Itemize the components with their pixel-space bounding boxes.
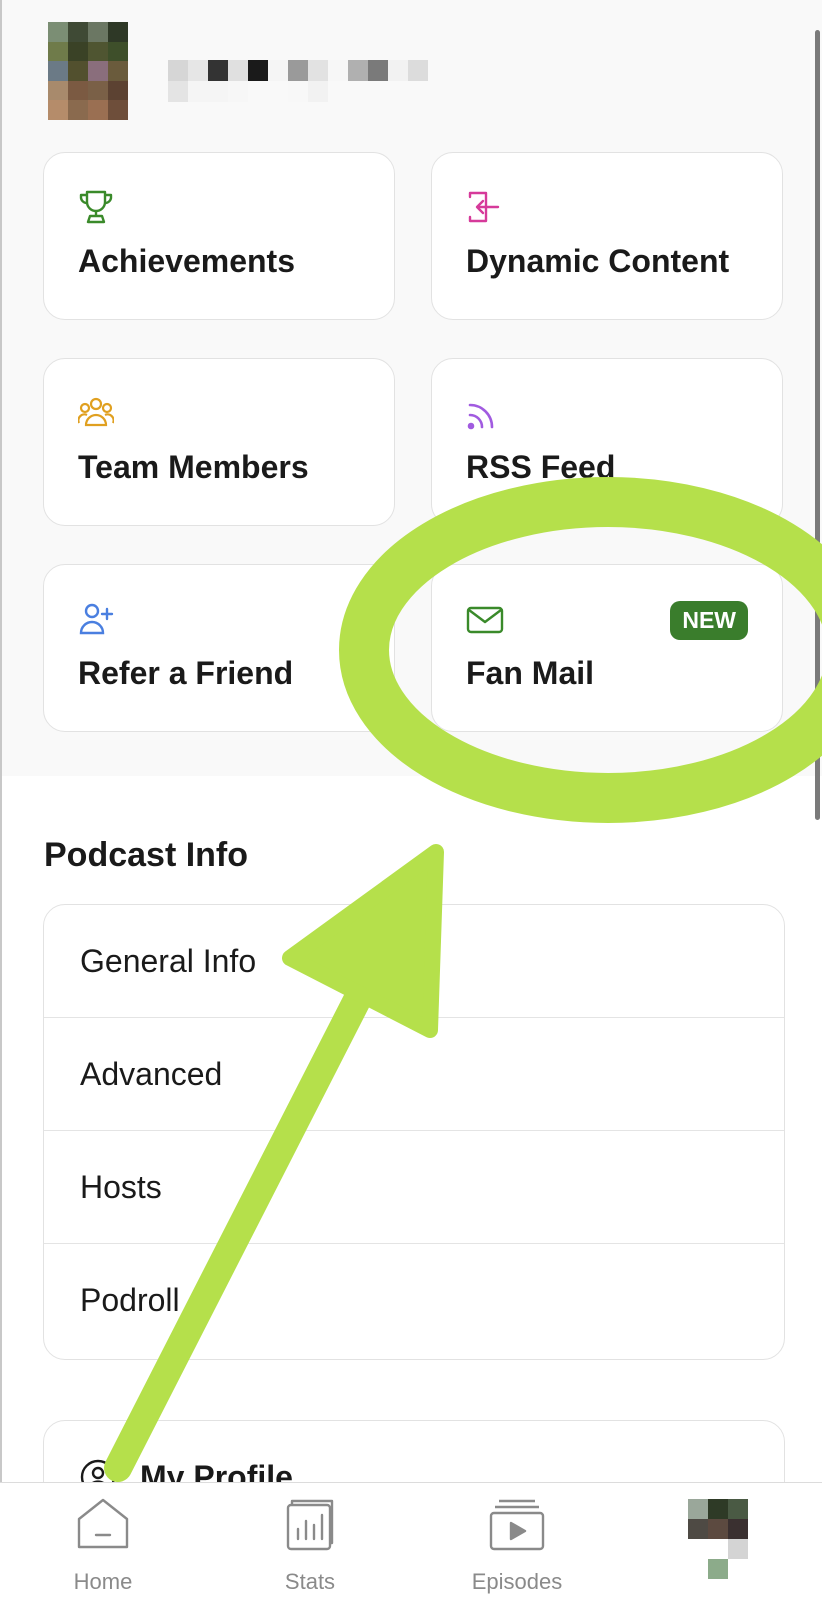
podcast-header	[48, 22, 748, 122]
mail-icon	[466, 601, 504, 637]
podcast-artwork[interactable]	[48, 22, 128, 120]
rss-icon	[466, 395, 502, 431]
team-members-card[interactable]: Team Members	[43, 358, 395, 526]
tab-episodes[interactable]: Episodes	[437, 1483, 597, 1619]
card-label: Team Members	[78, 449, 309, 485]
card-label: Achievements	[78, 243, 295, 279]
stats-icon	[286, 1499, 334, 1551]
rss-feed-card[interactable]: RSS Feed	[431, 358, 783, 526]
tab-label: Episodes	[471, 1569, 563, 1594]
tab-label: Home	[73, 1569, 133, 1594]
scrollbar-thumb[interactable]	[815, 30, 820, 820]
trophy-icon	[78, 189, 114, 225]
tab-label: Stats	[284, 1569, 336, 1594]
achievements-card[interactable]: Achievements	[43, 152, 395, 320]
list-item-general-info[interactable]: General Info	[44, 905, 784, 1018]
list-item-podroll[interactable]: Podroll	[44, 1244, 784, 1357]
new-badge: NEW	[670, 601, 748, 640]
refer-a-friend-card[interactable]: Refer a Friend	[43, 564, 395, 732]
list-item-advanced[interactable]: Advanced	[44, 1018, 784, 1131]
fan-mail-card[interactable]: Fan Mail NEW	[431, 564, 783, 732]
podcast-info-list: General Info Advanced Hosts Podroll	[43, 904, 785, 1360]
home-icon	[77, 1498, 129, 1549]
dynamic-content-card[interactable]: Dynamic Content	[431, 152, 783, 320]
podcast-info-title: Podcast Info	[44, 836, 249, 874]
card-label: Dynamic Content	[466, 243, 730, 279]
dynamic-content-icon	[466, 189, 502, 225]
left-divider	[0, 0, 2, 1618]
card-label: Fan Mail	[466, 655, 595, 691]
list-item-hosts[interactable]: Hosts	[44, 1131, 784, 1244]
team-icon	[77, 395, 115, 431]
tab-profile-avatar[interactable]	[688, 1499, 748, 1579]
card-label: RSS Feed	[466, 449, 616, 485]
bottom-tab-bar: Home Stats Episodes	[0, 1482, 822, 1619]
podcast-name-obscured	[168, 60, 428, 102]
tab-home[interactable]: Home	[23, 1483, 183, 1619]
card-label: Refer a Friend	[78, 655, 294, 691]
episodes-icon	[489, 1499, 545, 1551]
add-person-icon	[78, 601, 114, 637]
tab-stats[interactable]: Stats	[230, 1483, 390, 1619]
